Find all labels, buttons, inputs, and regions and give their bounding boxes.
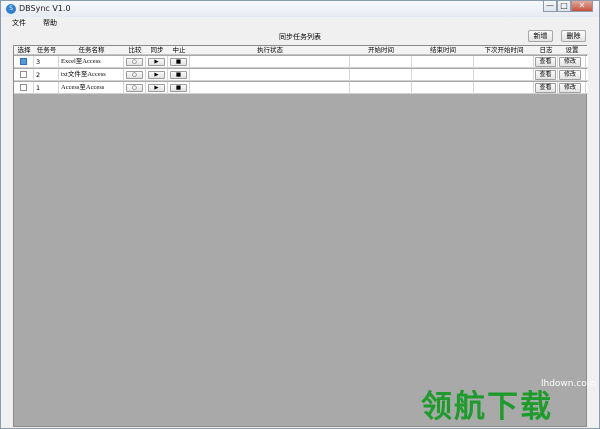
settings-cell: 修改 — [558, 82, 586, 94]
app-logo-icon: S — [6, 4, 16, 14]
watermark: lhdown.com 领航下载 — [421, 379, 600, 429]
settings-cell: 修改 — [558, 69, 586, 81]
sync-cell: ▶ — [146, 56, 168, 68]
task-grid: 选择 任务号 任务名称 比较 同步 中止 执行状态 开始时间 结束时间 下次开始… — [13, 45, 588, 427]
end-time-cell — [412, 56, 474, 68]
sync-cell: ▶ — [146, 82, 168, 94]
compare-cell: ○ — [124, 82, 146, 94]
start-time-cell — [350, 82, 412, 94]
column-header-settings[interactable]: 设置 — [558, 46, 586, 55]
column-header-task-name[interactable]: 任务名称 — [59, 46, 124, 55]
column-header-next-start[interactable]: 下次开始时间 — [474, 46, 534, 55]
grid-header: 选择 任务号 任务名称 比较 同步 中止 执行状态 开始时间 结束时间 下次开始… — [14, 46, 588, 55]
stop-cell: ■ — [168, 56, 190, 68]
next-start-cell — [474, 56, 534, 68]
view-log-button[interactable]: 查看 — [535, 70, 556, 80]
compare-cell: ○ — [124, 69, 146, 81]
compare-button[interactable]: ○ — [126, 84, 143, 92]
end-time-cell — [412, 82, 474, 94]
next-start-cell — [474, 82, 534, 94]
watermark-url: lhdown.com — [541, 379, 596, 389]
next-start-cell — [474, 69, 534, 81]
sync-cell: ▶ — [146, 69, 168, 81]
column-header-end-time[interactable]: 结束时间 — [412, 46, 474, 55]
column-header-status[interactable]: 执行状态 — [190, 46, 350, 55]
table-row[interactable]: 3 Excel至Access ○ ▶ ■ 查看 修改 — [14, 56, 588, 68]
column-header-sync[interactable]: 同步 — [146, 46, 168, 55]
menu-bar: 文件 帮助 — [1, 17, 599, 29]
select-cell[interactable] — [14, 56, 34, 68]
select-cell[interactable] — [14, 82, 34, 94]
compare-button[interactable]: ○ — [126, 71, 143, 79]
start-time-cell — [350, 69, 412, 81]
close-button[interactable]: ✕ — [571, 1, 593, 12]
compare-button[interactable]: ○ — [126, 58, 143, 66]
stop-cell: ■ — [168, 69, 190, 81]
end-time-cell — [412, 69, 474, 81]
minimize-button[interactable]: — — [543, 1, 557, 12]
edit-settings-button[interactable]: 修改 — [559, 57, 581, 67]
window-title: DBSync V1.0 — [19, 4, 71, 13]
task-name: Excel至Access — [59, 56, 124, 68]
window-controls: — □ ✕ — [543, 1, 593, 13]
select-cell[interactable] — [14, 69, 34, 81]
stop-cell: ■ — [168, 82, 190, 94]
app-window: S DBSync V1.0 — □ ✕ 文件 帮助 同步任务列表 新增 删除 选… — [0, 0, 600, 429]
task-name: Access至Access — [59, 82, 124, 94]
column-header-task-id[interactable]: 任务号 — [34, 46, 59, 55]
column-header-log[interactable]: 日志 — [534, 46, 558, 55]
log-cell: 查看 — [534, 82, 558, 94]
sync-play-button[interactable]: ▶ — [148, 84, 165, 92]
view-log-button[interactable]: 查看 — [535, 57, 556, 67]
stop-button[interactable]: ■ — [170, 58, 187, 66]
task-id: 1 — [34, 82, 59, 94]
table-title: 同步任务列表 — [279, 33, 321, 41]
status-cell — [190, 82, 350, 94]
menu-help[interactable]: 帮助 — [37, 17, 63, 29]
task-id: 3 — [34, 56, 59, 68]
column-header-compare[interactable]: 比较 — [124, 46, 146, 55]
stop-button[interactable]: ■ — [170, 84, 187, 92]
add-task-button[interactable]: 新增 — [528, 30, 553, 42]
row-checkbox[interactable] — [20, 84, 27, 91]
table-row[interactable]: 1 Access至Access ○ ▶ ■ 查看 修改 — [14, 82, 588, 94]
start-time-cell — [350, 56, 412, 68]
menu-file[interactable]: 文件 — [6, 17, 32, 29]
settings-cell: 修改 — [558, 56, 586, 68]
delete-task-button[interactable]: 删除 — [561, 30, 586, 42]
sync-play-button[interactable]: ▶ — [148, 58, 165, 66]
view-log-button[interactable]: 查看 — [535, 83, 556, 93]
task-name: txt文件至Access — [59, 69, 124, 81]
log-cell: 查看 — [534, 69, 558, 81]
stop-button[interactable]: ■ — [170, 71, 187, 79]
sync-play-button[interactable]: ▶ — [148, 71, 165, 79]
row-checkbox[interactable] — [20, 71, 27, 78]
compare-cell: ○ — [124, 56, 146, 68]
edit-settings-button[interactable]: 修改 — [559, 70, 581, 80]
status-cell — [190, 69, 350, 81]
status-cell — [190, 56, 350, 68]
task-id: 2 — [34, 69, 59, 81]
row-checkbox[interactable] — [20, 58, 27, 65]
column-header-select[interactable]: 选择 — [14, 46, 34, 55]
log-cell: 查看 — [534, 56, 558, 68]
title-bar[interactable]: S DBSync V1.0 — □ ✕ — [1, 1, 599, 17]
column-header-stop[interactable]: 中止 — [168, 46, 190, 55]
watermark-text: 领航下载 — [421, 389, 553, 425]
edit-settings-button[interactable]: 修改 — [559, 83, 581, 93]
maximize-button[interactable]: □ — [557, 1, 571, 12]
column-header-start-time[interactable]: 开始时间 — [350, 46, 412, 55]
table-row[interactable]: 2 txt文件至Access ○ ▶ ■ 查看 修改 — [14, 69, 588, 81]
